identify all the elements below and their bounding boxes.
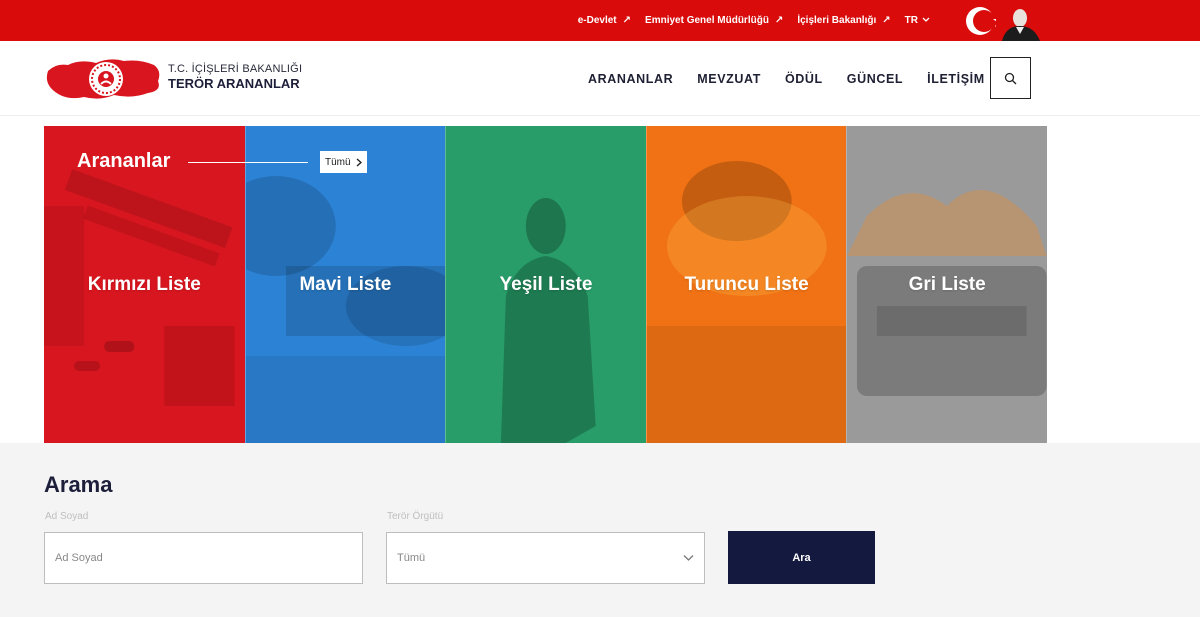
link-icisleri[interactable]: İçişleri Bakanlığı ↗ [797,15,890,26]
list-label: Yeşil Liste [499,273,593,295]
header: T.C. İÇİŞLERİ BAKANLIĞI TERÖR ARANANLAR … [0,41,1200,116]
top-links: e-Devlet ↗ Emniyet Genel Müdürlüğü ↗ İçi… [578,0,930,41]
nav-guncel[interactable]: GÜNCEL [847,72,903,86]
external-link-icon: ↗ [774,15,784,26]
chevron-right-icon [356,157,362,167]
list-label: Gri Liste [908,273,986,295]
logo-text: T.C. İÇİŞLERİ BAKANLIĞI TERÖR ARANANLAR [168,63,302,91]
section-title: Arananlar [77,150,171,172]
language-select[interactable]: TR [905,15,930,26]
chevron-down-icon [683,555,694,561]
logo-line-1: T.C. İÇİŞLERİ BAKANLIĞI [168,63,303,75]
chevron-down-icon [922,15,930,26]
title-divider [188,162,308,163]
name-label: Ad Soyad [45,511,89,522]
list-tile-orange[interactable]: Turuncu Liste [645,126,847,443]
link-e-devlet[interactable]: e-Devlet ↗ [578,15,631,26]
organization-select[interactable]: Tümü [386,532,705,584]
search-submit-button[interactable]: Ara [728,531,875,584]
search-button[interactable] [990,57,1031,99]
language-label: TR [904,15,918,26]
site-logo[interactable]: T.C. İÇİŞLERİ BAKANLIĞI TERÖR ARANANLAR [44,49,304,109]
search-title: Arama [44,472,113,497]
portrait-image [996,4,1044,41]
organization-label: Terör Örgütü [387,511,444,522]
nav-arananlar[interactable]: ARANANLAR [588,72,673,86]
search-icon [1004,72,1017,84]
list-tile-blue[interactable]: Mavi Liste [244,126,446,443]
link-label: e-Devlet [577,15,617,26]
list-label: Kırmızı Liste [87,273,201,295]
view-all-button[interactable]: Tümü [320,151,367,173]
list-tile-green[interactable]: Yeşil Liste [445,126,646,443]
name-input[interactable]: Ad Soyad [44,532,363,584]
link-emniyet[interactable]: Emniyet Genel Müdürlüğü ↗ [645,15,783,26]
link-label: Emniyet Genel Müdürlüğü [645,15,769,26]
nav-iletisim[interactable]: İLETİŞİM [927,72,985,86]
wanted-lists: Kırmızı Liste Mavi Liste Yeşil Liste Tur… [44,126,1047,443]
list-tile-gray[interactable]: Gri Liste [846,126,1047,443]
logo-line-2: TERÖR ARANANLAR [168,76,300,91]
main-nav: ARANANLAR MEVZUAT ÖDÜL GÜNCEL İLETİŞİM [588,41,985,116]
view-all-label: Tümü [325,156,351,168]
external-link-icon: ↗ [622,15,632,26]
organization-selected: Tümü [397,552,426,564]
nav-odul[interactable]: ÖDÜL [785,72,823,86]
search-section [0,443,1200,617]
external-link-icon: ↗ [882,15,891,26]
link-label: İçişleri Bakanlığı [797,15,877,26]
top-bar: e-Devlet ↗ Emniyet Genel Müdürlüğü ↗ İçi… [0,0,1200,41]
nav-mevzuat[interactable]: MEVZUAT [697,72,761,86]
list-label: Turuncu Liste [684,273,809,295]
list-tile-red[interactable]: Kırmızı Liste [44,126,245,443]
name-placeholder: Ad Soyad [55,552,103,564]
list-label: Mavi Liste [299,273,392,295]
turkey-map-logo-icon [46,59,160,99]
